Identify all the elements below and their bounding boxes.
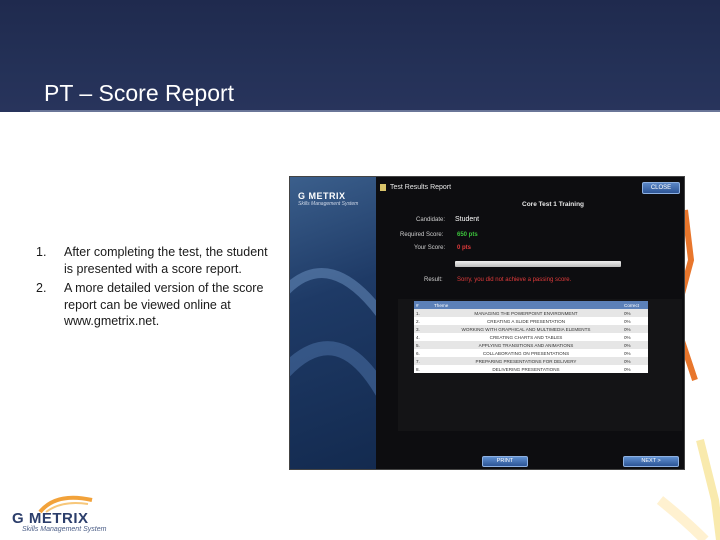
steps-list: 1. After completing the test, the studen… (36, 244, 268, 333)
row-correct: 0% (624, 334, 631, 340)
table-header-row: # Theme Correct (414, 301, 648, 309)
table-row: 7. PREPARING PRESENTATIONS FOR DELIVERY 0% (414, 357, 648, 365)
table-row: 8. DELIVERING PRESENTATIONS 0% (414, 365, 648, 373)
candidate-label: Candidate: (416, 217, 446, 223)
screenshot-sidebar: G METRIX Skills Management System (290, 177, 376, 469)
required-score-value: 650 pts (457, 232, 478, 238)
row-number: 1. (416, 310, 420, 316)
row-theme: CREATING A SLIDE PRESENTATION (486, 318, 566, 324)
result-progress-bar (455, 261, 621, 267)
print-button[interactable]: PRINT (482, 456, 528, 467)
header-correct: Correct (624, 302, 640, 308)
table-row: 2. CREATING A SLIDE PRESENTATION 0% (414, 317, 648, 325)
row-theme: COLLABORATING ON PRESENTATIONS (482, 350, 570, 356)
row-correct: 0% (624, 358, 631, 364)
brand-name: G METRIX (12, 510, 89, 527)
row-correct: 0% (624, 326, 631, 332)
step-number: 1. (36, 245, 47, 259)
header-num: # (416, 302, 419, 308)
logo-text: G METRIX (298, 191, 346, 201)
your-score-label: Your Score: (414, 245, 446, 251)
table-row: 3. WORKING WITH GRAPHICAL AND MULTIMEDIA … (414, 325, 648, 333)
candidate-value: Student (455, 216, 480, 223)
row-theme: PREPARING PRESENTATIONS FOR DELIVERY (475, 358, 577, 364)
table-row: 5. APPLYING TRANSITIONS AND ANIMATIONS 0% (414, 341, 648, 349)
row-number: 6. (416, 350, 420, 356)
row-number: 5. (416, 342, 420, 348)
test-name: Core Test 1 Training (522, 201, 585, 208)
brand-logo: G METRIX Skills Management System (8, 492, 108, 536)
row-number: 7. (416, 358, 420, 364)
row-correct: 0% (624, 342, 631, 348)
header-divider (30, 110, 720, 112)
row-theme: CREATING CHARTS AND TABLES (489, 334, 563, 340)
theme-results-table: # Theme Correct 1. MANAGING THE POWERPOIN… (414, 301, 648, 373)
table-body: 1. MANAGING THE POWERPOINT ENVIRONMENT 0% 2… (414, 309, 648, 373)
row-number: 3. (416, 326, 420, 332)
row-theme: WORKING WITH GRAPHICAL AND MULTIMEDIA EL… (461, 326, 591, 332)
row-correct: 0% (624, 350, 631, 356)
row-theme: APPLYING TRANSITIONS AND ANIMATIONS (478, 342, 574, 348)
screenshot-titlebar: Test Results Report CLOSE (376, 179, 684, 199)
sidebar-wave-icon (290, 268, 376, 396)
row-correct: 0% (624, 310, 631, 316)
window-title: Test Results Report (390, 184, 452, 191)
logo-subtext: Skills Management System (298, 201, 359, 207)
step-text: After completing the test, the student i… (64, 245, 268, 276)
next-button[interactable]: NEXT > (623, 456, 679, 467)
row-theme: DELIVERING PRESENTATIONS (492, 366, 560, 372)
score-report-screenshot: G METRIX Skills Management System Test R… (289, 176, 685, 470)
step-text: A more detailed version of the score rep… (64, 281, 264, 328)
close-button[interactable]: CLOSE (642, 182, 680, 194)
your-score-value: 0 pts (457, 245, 472, 251)
result-value: Sorry, you did not achieve a passing sco… (457, 277, 572, 283)
brand-tagline: Skills Management System (22, 526, 107, 533)
row-theme: MANAGING THE POWERPOINT ENVIRONMENT (474, 310, 578, 316)
table-row: 6. COLLABORATING ON PRESENTATIONS 0% (414, 349, 648, 357)
table-row: 4. CREATING CHARTS AND TABLES 0% (414, 333, 648, 341)
table-row: 1. MANAGING THE POWERPOINT ENVIRONMENT 0% (414, 309, 648, 317)
screenshot-logo: G METRIX Skills Management System (298, 191, 370, 207)
required-score-label: Required Score: (400, 232, 444, 238)
result-label: Result: (424, 277, 443, 283)
list-item: 1. After completing the test, the studen… (36, 244, 268, 277)
window-icon (380, 184, 386, 191)
row-correct: 0% (624, 318, 631, 324)
row-number: 4. (416, 334, 420, 340)
row-number: 8. (416, 366, 420, 372)
header-theme: Theme (434, 302, 449, 308)
list-item: 2. A more detailed version of the score … (36, 280, 268, 330)
page-title: PT – Score Report (44, 80, 235, 106)
row-number: 2. (416, 318, 420, 324)
row-correct: 0% (624, 366, 631, 372)
step-number: 2. (36, 281, 47, 295)
